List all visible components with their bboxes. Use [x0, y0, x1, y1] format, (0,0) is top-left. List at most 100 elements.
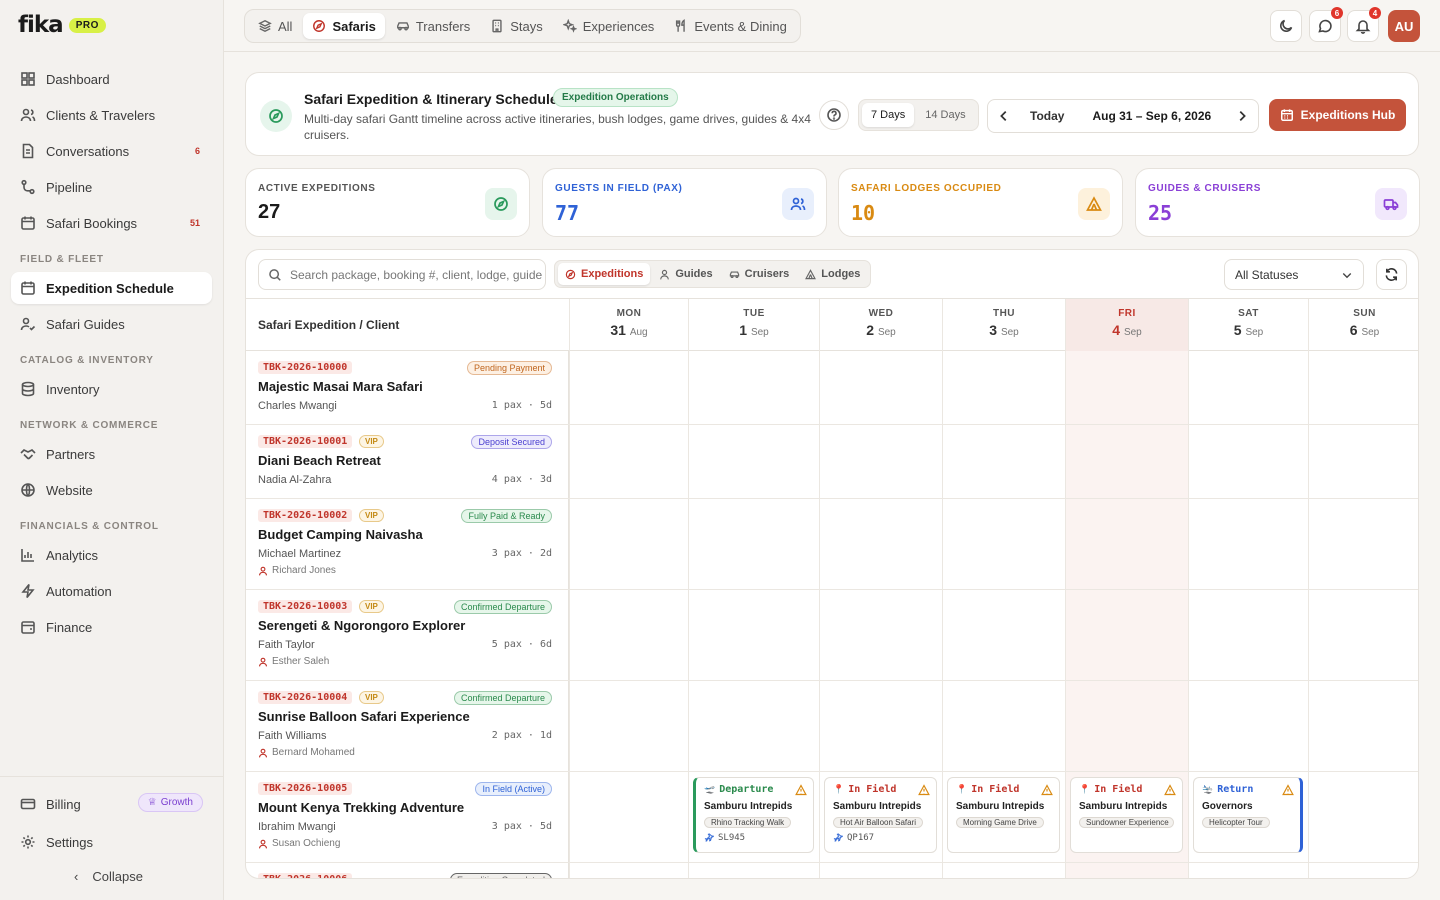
- schedule-cell[interactable]: [1188, 499, 1308, 589]
- schedule-cell[interactable]: [569, 863, 688, 878]
- tab-all[interactable]: All: [249, 13, 301, 39]
- sidebar-item-dashboard[interactable]: Dashboard: [11, 63, 212, 95]
- schedule-cell[interactable]: [942, 590, 1065, 680]
- booking-code[interactable]: TBK-2026-10002: [258, 509, 353, 522]
- filter-guides[interactable]: Guides: [652, 263, 719, 285]
- tab-transfers[interactable]: Transfers: [387, 13, 479, 39]
- schedule-cell[interactable]: [942, 863, 1065, 878]
- today-button[interactable]: Today: [1030, 109, 1064, 123]
- schedule-cell[interactable]: [819, 863, 942, 878]
- sidebar-item-inventory[interactable]: Inventory: [11, 373, 212, 405]
- expedition-title[interactable]: Budget Camping Naivasha: [258, 527, 423, 542]
- expeditions-hub-button[interactable]: Expeditions Hub: [1269, 99, 1406, 131]
- booking-code[interactable]: TBK-2026-10006: [258, 873, 353, 878]
- expedition-title[interactable]: Majestic Masai Mara Safari: [258, 379, 423, 394]
- schedule-cell[interactable]: [819, 425, 942, 498]
- schedule-cell[interactable]: [569, 681, 688, 771]
- table-row[interactable]: TBK-2026-10003 VIP Confirmed Departure Sere…: [246, 590, 1418, 681]
- schedule-cell[interactable]: [688, 499, 819, 589]
- collapse-button[interactable]: ‹ Collapse: [74, 869, 143, 884]
- schedule-cell[interactable]: [819, 681, 942, 771]
- booking-code[interactable]: TBK-2026-10005: [258, 782, 353, 795]
- schedule-cell[interactable]: [569, 590, 688, 680]
- schedule-cell[interactable]: [569, 425, 688, 498]
- filter-lodges[interactable]: Lodges: [798, 263, 867, 285]
- sidebar-item-finance[interactable]: Finance: [11, 611, 212, 643]
- schedule-cell[interactable]: [1188, 681, 1308, 771]
- schedule-cell[interactable]: [569, 772, 688, 862]
- sidebar-item-partners[interactable]: Partners: [11, 438, 212, 470]
- schedule-cell[interactable]: [1065, 590, 1188, 680]
- tab-events-dining[interactable]: Events & Dining: [665, 13, 796, 39]
- expedition-event[interactable]: 🛫 Departure Samburu Intrepids Rhino Trackin…: [693, 777, 814, 853]
- theme-toggle-button[interactable]: [1270, 10, 1302, 42]
- tab-experiences[interactable]: Experiences: [554, 13, 664, 39]
- schedule-cell[interactable]: [1188, 863, 1308, 878]
- table-row[interactable]: TBK-2026-10006 Expedition Completed: [246, 863, 1418, 878]
- search-input[interactable]: Search package, booking #, client, lodge…: [258, 259, 546, 290]
- plan-badge[interactable]: ♕ Growth: [137, 793, 203, 812]
- schedule-cell[interactable]: [1308, 863, 1418, 878]
- schedule-cell[interactable]: [1308, 590, 1418, 680]
- filter-expeditions[interactable]: Expeditions: [558, 263, 651, 285]
- schedule-cell[interactable]: [1065, 863, 1188, 878]
- expedition-event[interactable]: 📍 In Field Samburu Intrepids Morning Game D…: [947, 777, 1060, 853]
- schedule-cell[interactable]: [1188, 425, 1308, 498]
- expedition-title[interactable]: Serengeti & Ngorongoro Explorer: [258, 618, 465, 633]
- filter-cruisers[interactable]: Cruisers: [722, 263, 797, 285]
- schedule-cell[interactable]: [688, 590, 819, 680]
- brand-logo[interactable]: fika PRO: [18, 12, 106, 38]
- schedule-cell[interactable]: [942, 425, 1065, 498]
- sidebar-item-settings[interactable]: Settings: [11, 826, 212, 858]
- schedule-cell[interactable]: [1188, 590, 1308, 680]
- tab-safaris[interactable]: Safaris: [303, 13, 385, 39]
- schedule-cell[interactable]: [1065, 425, 1188, 498]
- schedule-cell[interactable]: [688, 863, 819, 878]
- booking-code[interactable]: TBK-2026-10003: [258, 600, 353, 613]
- schedule-cell[interactable]: [1065, 351, 1188, 424]
- expedition-title[interactable]: Diani Beach Retreat: [258, 453, 381, 468]
- table-row[interactable]: TBK-2026-10002 VIP Fully Paid & Ready Budge…: [246, 499, 1418, 590]
- tab-stays[interactable]: Stays: [481, 13, 552, 39]
- table-row[interactable]: TBK-2026-10004 VIP Confirmed Departure Sunr…: [246, 681, 1418, 772]
- avatar[interactable]: AU: [1388, 10, 1420, 42]
- sidebar-item-analytics[interactable]: Analytics: [11, 539, 212, 571]
- schedule-cell[interactable]: [1308, 351, 1418, 424]
- status-select[interactable]: All Statuses: [1224, 259, 1364, 290]
- messages-button[interactable]: 6: [1309, 7, 1343, 42]
- sidebar-item-safari-guides[interactable]: Safari Guides: [11, 308, 212, 340]
- schedule-cell[interactable]: [942, 499, 1065, 589]
- schedule-cell[interactable]: [1308, 425, 1418, 498]
- next-week-button[interactable]: [1226, 100, 1258, 132]
- refresh-button[interactable]: [1376, 259, 1407, 290]
- help-button[interactable]: [819, 100, 849, 130]
- booking-code[interactable]: TBK-2026-10004: [258, 691, 353, 704]
- schedule-cell[interactable]: [688, 681, 819, 771]
- schedule-cell[interactable]: [1308, 499, 1418, 589]
- sidebar-item-website[interactable]: Website: [11, 474, 212, 506]
- schedule-cell[interactable]: [1065, 681, 1188, 771]
- booking-code[interactable]: TBK-2026-10000: [258, 361, 353, 374]
- range-7-days[interactable]: 7 Days: [862, 103, 915, 127]
- schedule-cell[interactable]: [942, 681, 1065, 771]
- schedule-cell[interactable]: [819, 499, 942, 589]
- schedule-cell[interactable]: [569, 351, 688, 424]
- schedule-cell[interactable]: [569, 499, 688, 589]
- table-row[interactable]: TBK-2026-10001 VIP Deposit Secured Diani Be…: [246, 425, 1418, 499]
- schedule-cell[interactable]: [1308, 772, 1418, 862]
- notifications-button[interactable]: 4: [1347, 7, 1381, 42]
- expedition-event[interactable]: 🛬 Return Governors Helicopter Tour: [1193, 777, 1303, 853]
- expedition-event[interactable]: 📍 In Field Samburu Intrepids Hot Air Balloo…: [824, 777, 937, 853]
- schedule-cell[interactable]: [942, 351, 1065, 424]
- prev-week-button[interactable]: [988, 100, 1020, 132]
- schedule-cell[interactable]: [819, 351, 942, 424]
- sidebar-item-expedition-schedule[interactable]: Expedition Schedule: [11, 272, 212, 304]
- table-row[interactable]: TBK-2026-10005 In Field (Active) Mount Ken…: [246, 772, 1418, 863]
- sidebar-item-pipeline[interactable]: Pipeline: [11, 171, 212, 203]
- schedule-cell[interactable]: [819, 590, 942, 680]
- sidebar-item-safari-bookings[interactable]: Safari Bookings 51: [11, 207, 212, 239]
- table-row[interactable]: TBK-2026-10000 Pending Payment Majestic Ma…: [246, 351, 1418, 425]
- expedition-title[interactable]: Sunrise Balloon Safari Experience: [258, 709, 470, 724]
- range-14-days[interactable]: 14 Days: [916, 103, 974, 127]
- sidebar-item-automation[interactable]: Automation: [11, 575, 212, 607]
